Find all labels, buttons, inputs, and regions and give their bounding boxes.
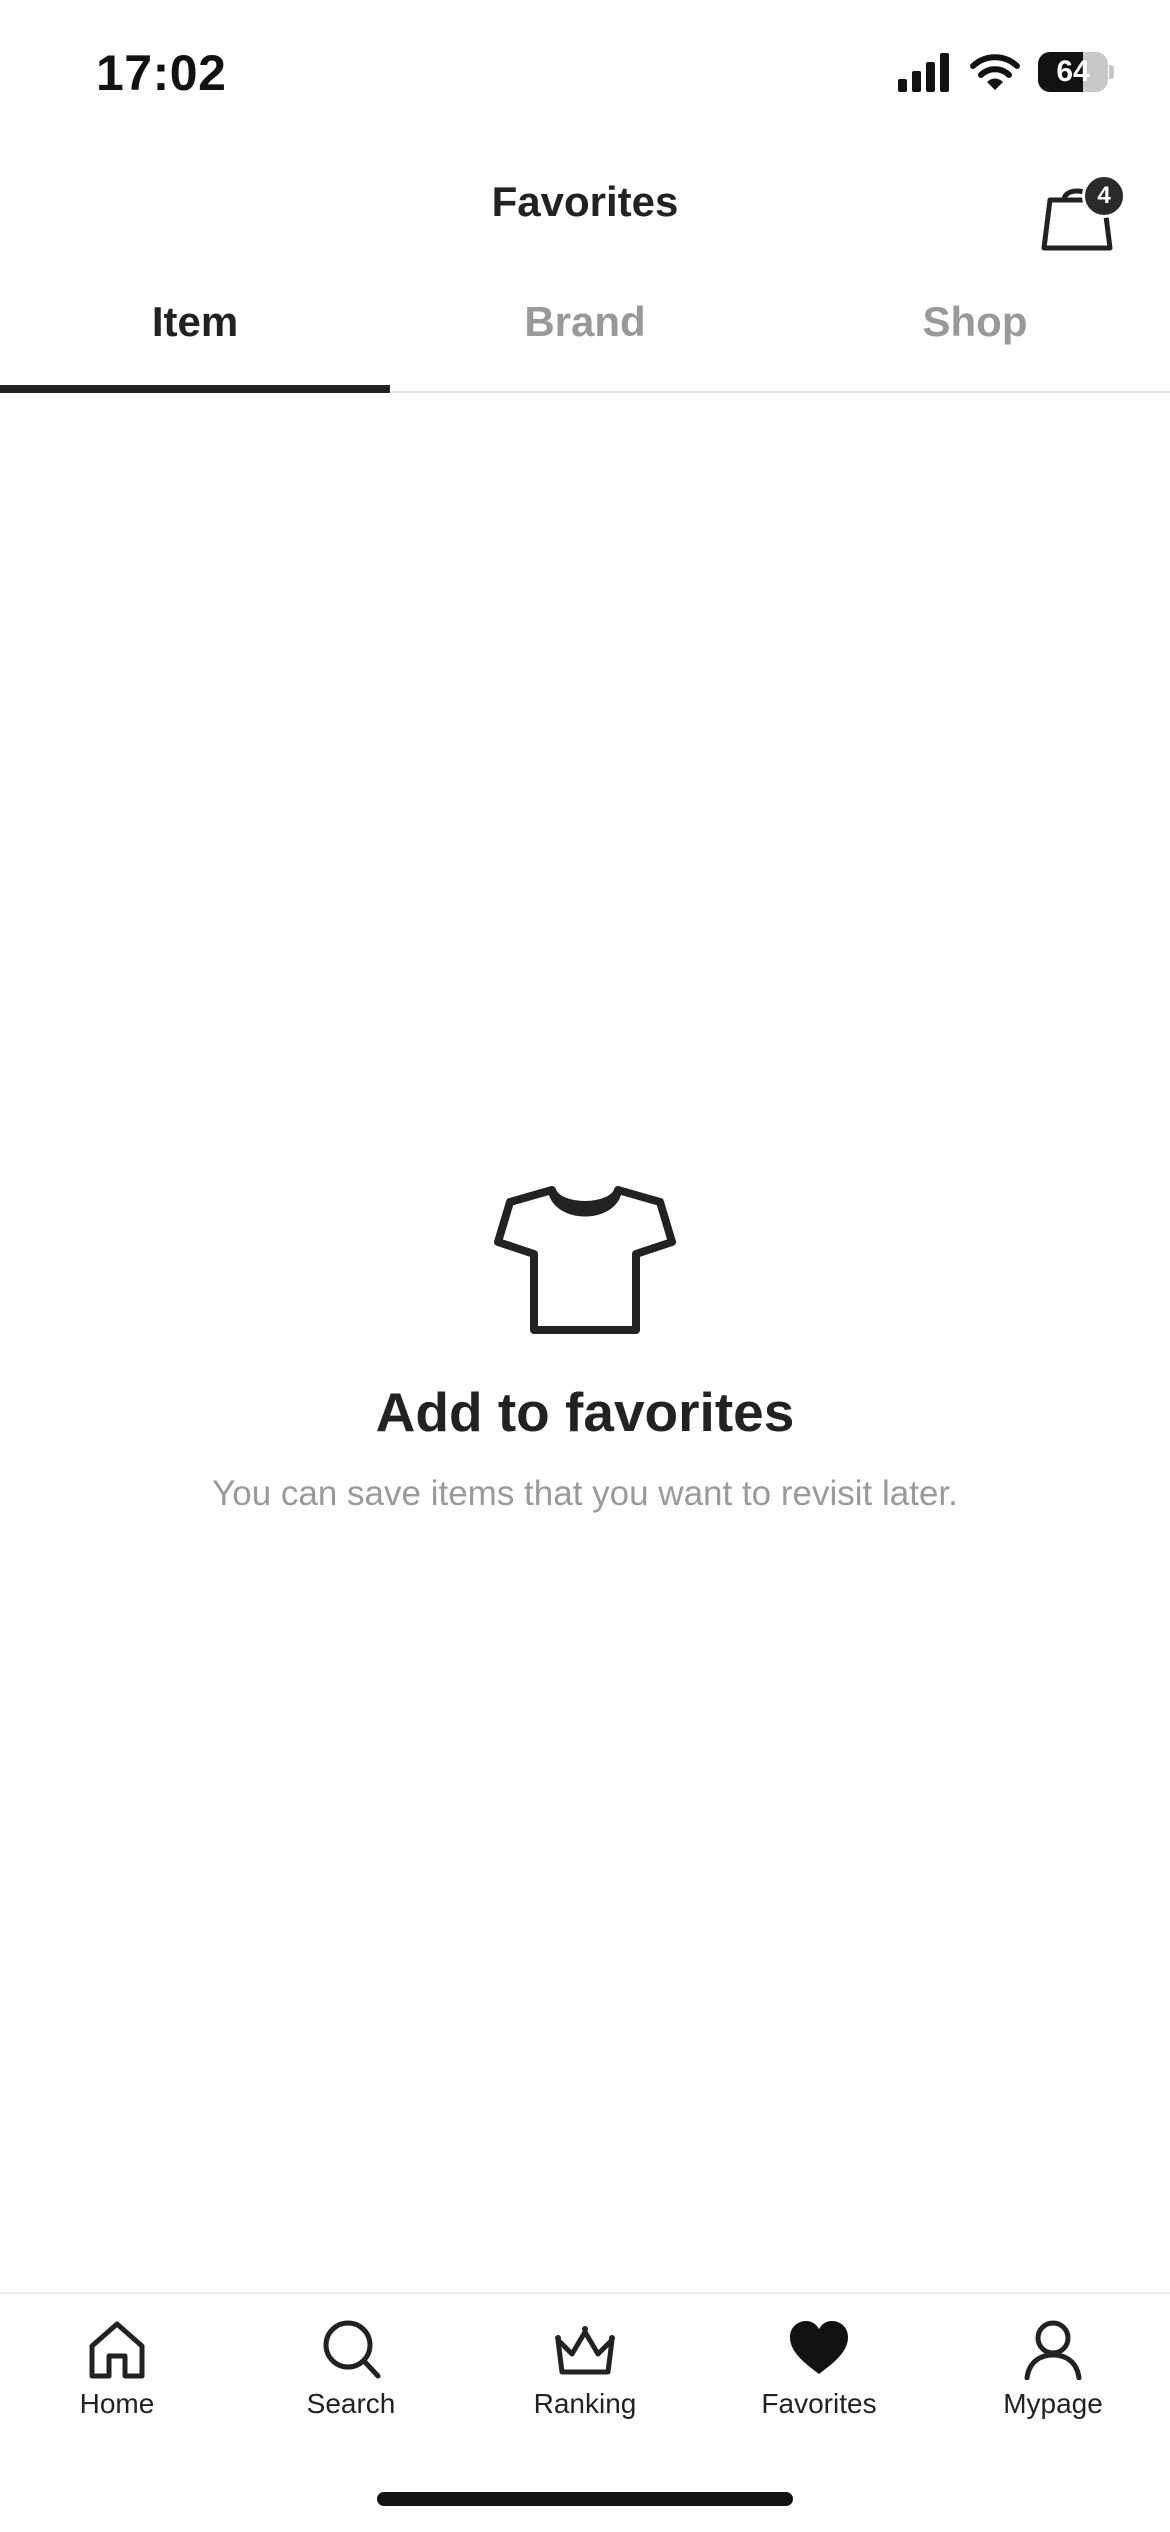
battery-icon: 64 bbox=[1038, 52, 1114, 92]
bottom-nav: Home Search Ranking Favorites Mypage bbox=[0, 2292, 1170, 2532]
tshirt-icon bbox=[494, 1186, 676, 1334]
nav-label: Favorites bbox=[761, 2388, 877, 2419]
tab-bar: Item Brand Shop bbox=[0, 280, 1170, 393]
tab-item[interactable]: Item bbox=[0, 280, 390, 393]
nav-search[interactable]: Search bbox=[234, 2294, 468, 2434]
nav-label: Search bbox=[306, 2388, 396, 2419]
tab-label: Item bbox=[151, 298, 239, 345]
nav-ranking[interactable]: Ranking bbox=[468, 2294, 702, 2434]
cart-badge: 4 bbox=[1082, 174, 1126, 218]
search-icon bbox=[323, 2320, 381, 2379]
empty-state: Add to favorites You can save items that… bbox=[0, 1180, 1170, 1514]
nav-label: Ranking bbox=[533, 2388, 637, 2419]
tab-label: Brand bbox=[524, 298, 646, 345]
battery-level: 64 bbox=[1056, 55, 1090, 88]
status-icons: 64 bbox=[898, 52, 1114, 92]
crown-icon bbox=[555, 2326, 615, 2375]
header: Favorites 4 bbox=[0, 150, 1170, 260]
person-icon bbox=[1024, 2320, 1082, 2380]
home-indicator bbox=[377, 2492, 793, 2506]
heart-icon bbox=[790, 2321, 848, 2374]
signal-icon bbox=[898, 53, 949, 92]
nav-mypage[interactable]: Mypage bbox=[936, 2294, 1170, 2434]
empty-state-subtitle: You can save items that you want to revi… bbox=[212, 1474, 958, 1513]
cart-button[interactable]: 4 bbox=[1036, 162, 1126, 252]
status-bar: 17:02 64 bbox=[0, 0, 1170, 140]
nav-favorites[interactable]: Favorites bbox=[702, 2294, 936, 2434]
nav-label: Home bbox=[79, 2388, 155, 2419]
status-time: 17:02 bbox=[96, 45, 227, 101]
page-title: Favorites bbox=[491, 178, 679, 225]
tab-label: Shop bbox=[922, 298, 1028, 345]
active-tab-indicator bbox=[0, 385, 390, 393]
wifi-icon bbox=[970, 54, 1020, 90]
nav-home[interactable]: Home bbox=[0, 2294, 234, 2434]
home-icon bbox=[89, 2321, 145, 2379]
tab-brand[interactable]: Brand bbox=[390, 280, 780, 391]
tab-shop[interactable]: Shop bbox=[780, 280, 1170, 391]
empty-state-title: Add to favorites bbox=[375, 1381, 795, 1443]
nav-label: Mypage bbox=[1003, 2388, 1103, 2419]
